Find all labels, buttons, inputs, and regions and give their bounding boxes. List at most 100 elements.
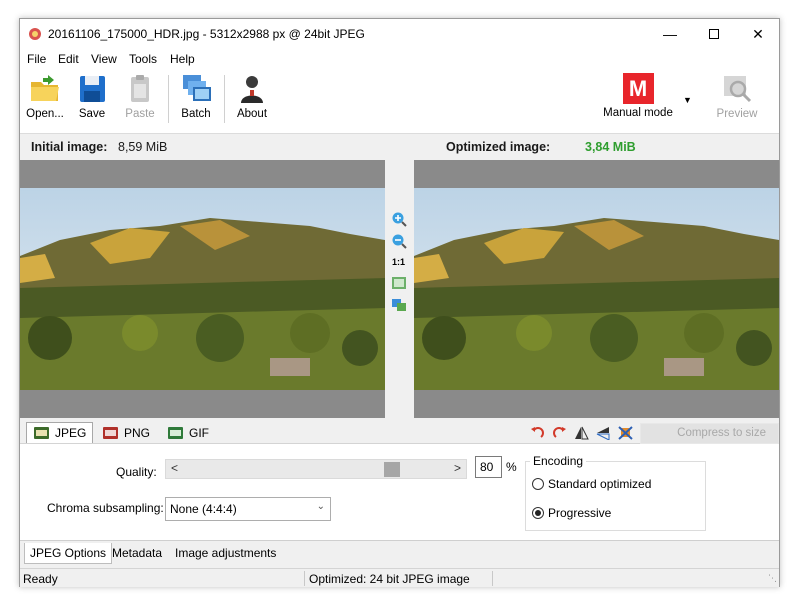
- status-optimized-info: Optimized: 24 bit JPEG image: [309, 572, 470, 586]
- encoding-standard-radio[interactable]: Standard optimized: [532, 477, 651, 491]
- encoding-progressive-label: Progressive: [548, 506, 612, 520]
- status-separator: [492, 571, 493, 586]
- initial-image-size: 8,59 MiB: [118, 140, 168, 154]
- save-label: Save: [78, 108, 106, 120]
- quality-slider[interactable]: < >: [165, 459, 467, 479]
- paste-clipboard-icon: [131, 75, 149, 102]
- tab-gif[interactable]: GIF: [161, 422, 215, 443]
- radio-unchecked-icon: [532, 478, 544, 490]
- minimize-button[interactable]: —: [648, 19, 692, 49]
- menu-tools[interactable]: Tools: [129, 52, 157, 66]
- batch-label: Batch: [181, 108, 211, 120]
- paste-label: Paste: [125, 108, 155, 120]
- preview-magnifier-icon: [724, 76, 752, 103]
- chevron-down-icon: ⌄: [316, 501, 325, 512]
- status-ready: Ready: [23, 572, 58, 586]
- radio-checked-icon: [532, 507, 544, 519]
- tab-png-label: PNG: [124, 425, 151, 440]
- jpeg-format-icon: [34, 427, 49, 439]
- mode-dropdown-arrow-icon[interactable]: ▼: [683, 95, 692, 105]
- save-button[interactable]: Save: [72, 73, 112, 125]
- quality-unit: %: [506, 460, 517, 474]
- options-tab-bar: JPEG Options Metadata Image adjustments: [20, 540, 779, 564]
- png-format-icon: [103, 426, 118, 439]
- manual-mode-letter: M: [628, 75, 648, 101]
- manual-mode-label: Manual mode: [603, 107, 673, 119]
- maximize-icon: [709, 29, 719, 39]
- quality-slider-thumb[interactable]: [384, 462, 400, 477]
- gif-format-icon: [168, 426, 183, 439]
- preview-button[interactable]: Preview: [714, 73, 760, 125]
- manual-mode-button[interactable]: M Manual mode: [598, 73, 678, 125]
- batch-button[interactable]: Batch: [175, 73, 217, 125]
- encoding-progressive-radio[interactable]: Progressive: [532, 506, 611, 520]
- slider-left-arrow-icon[interactable]: <: [171, 461, 178, 475]
- menu-view[interactable]: View: [91, 52, 117, 66]
- tab-jpeg-options[interactable]: JPEG Options: [24, 543, 113, 564]
- paste-button[interactable]: Paste: [120, 73, 160, 125]
- tab-png[interactable]: PNG: [96, 422, 156, 443]
- initial-image-label: Initial image:: [31, 140, 108, 154]
- batch-images-icon: [183, 75, 211, 101]
- encoding-title: Encoding: [530, 454, 587, 468]
- close-icon: ✕: [752, 25, 764, 42]
- open-button[interactable]: Open...: [23, 73, 67, 125]
- tab-jpeg[interactable]: JPEG: [26, 422, 94, 443]
- toolbar-separator: [224, 75, 225, 123]
- open-label: Open...: [26, 108, 64, 120]
- flip-vertical-icon[interactable]: [596, 426, 611, 440]
- optimized-image-size: 3,84 MiB: [585, 140, 636, 154]
- menu-file[interactable]: File: [27, 52, 46, 66]
- save-disk-icon: [80, 76, 105, 102]
- toolbar-separator: [168, 75, 169, 123]
- initial-landscape-photo: [20, 188, 385, 390]
- tab-gif-label: GIF: [189, 425, 209, 440]
- optimized-landscape-photo: [414, 188, 779, 390]
- person-icon: [241, 76, 263, 103]
- initial-image-panel[interactable]: [20, 160, 385, 418]
- encoding-standard-label: Standard optimized: [548, 477, 652, 491]
- zoom-in-icon[interactable]: [391, 211, 407, 227]
- about-button[interactable]: About: [232, 73, 272, 125]
- flip-horizontal-icon[interactable]: [574, 426, 589, 440]
- rotate-left-icon[interactable]: [530, 426, 545, 440]
- menu-help[interactable]: Help: [170, 52, 195, 66]
- manual-mode-icon: M: [622, 73, 654, 104]
- preview-label: Preview: [716, 108, 758, 120]
- optimized-image-panel[interactable]: [414, 160, 779, 418]
- tab-metadata[interactable]: Metadata: [107, 543, 167, 564]
- slider-right-arrow-icon[interactable]: >: [454, 461, 461, 475]
- maximize-button[interactable]: [692, 19, 736, 49]
- compare-view-icon[interactable]: [391, 297, 407, 313]
- zoom-out-icon[interactable]: [391, 233, 407, 249]
- status-separator: [304, 571, 305, 586]
- status-bar: Ready Optimized: 24 bit JPEG image ⋱: [20, 568, 779, 587]
- zoom-toolbar: 1:1: [385, 160, 414, 418]
- quality-label: Quality:: [116, 465, 157, 479]
- rotate-right-icon[interactable]: [552, 426, 567, 440]
- crop-icon[interactable]: [618, 426, 633, 440]
- image-info-bar: Initial image: 8,59 MiB Optimized image:…: [20, 133, 779, 159]
- quality-value-input[interactable]: 80: [475, 456, 502, 478]
- optimized-image-label: Optimized image:: [446, 140, 551, 154]
- chroma-subsampling-select[interactable]: None (4:4:4) ⌄: [165, 497, 331, 521]
- encoding-groupbox: [525, 461, 706, 531]
- tab-image-adjustments[interactable]: Image adjustments: [170, 543, 281, 564]
- zoom-actual-size-button[interactable]: 1:1: [392, 257, 405, 267]
- chroma-subsampling-label: Chroma subsampling:: [47, 501, 164, 515]
- menu-bar: File Edit View Tools Help: [20, 49, 779, 69]
- title-bar: 20161106_175000_HDR.jpg - 5312x2988 px @…: [20, 19, 779, 49]
- fit-to-window-icon[interactable]: [391, 275, 407, 291]
- chroma-subsampling-value: None (4:4:4): [170, 502, 237, 516]
- resize-grip-icon[interactable]: ⋱: [768, 573, 777, 584]
- minimize-icon: —: [663, 26, 677, 42]
- about-label: About: [236, 108, 268, 120]
- window-title: 20161106_175000_HDR.jpg - 5312x2988 px @…: [48, 27, 365, 41]
- folder-open-icon: [31, 75, 59, 101]
- app-window: 20161106_175000_HDR.jpg - 5312x2988 px @…: [19, 18, 780, 587]
- menu-edit[interactable]: Edit: [58, 52, 79, 66]
- compress-to-size-button[interactable]: Compress to size: [640, 423, 779, 444]
- app-logo-icon: [29, 28, 41, 40]
- tab-jpeg-label: JPEG: [55, 426, 87, 440]
- close-button[interactable]: ✕: [736, 19, 780, 49]
